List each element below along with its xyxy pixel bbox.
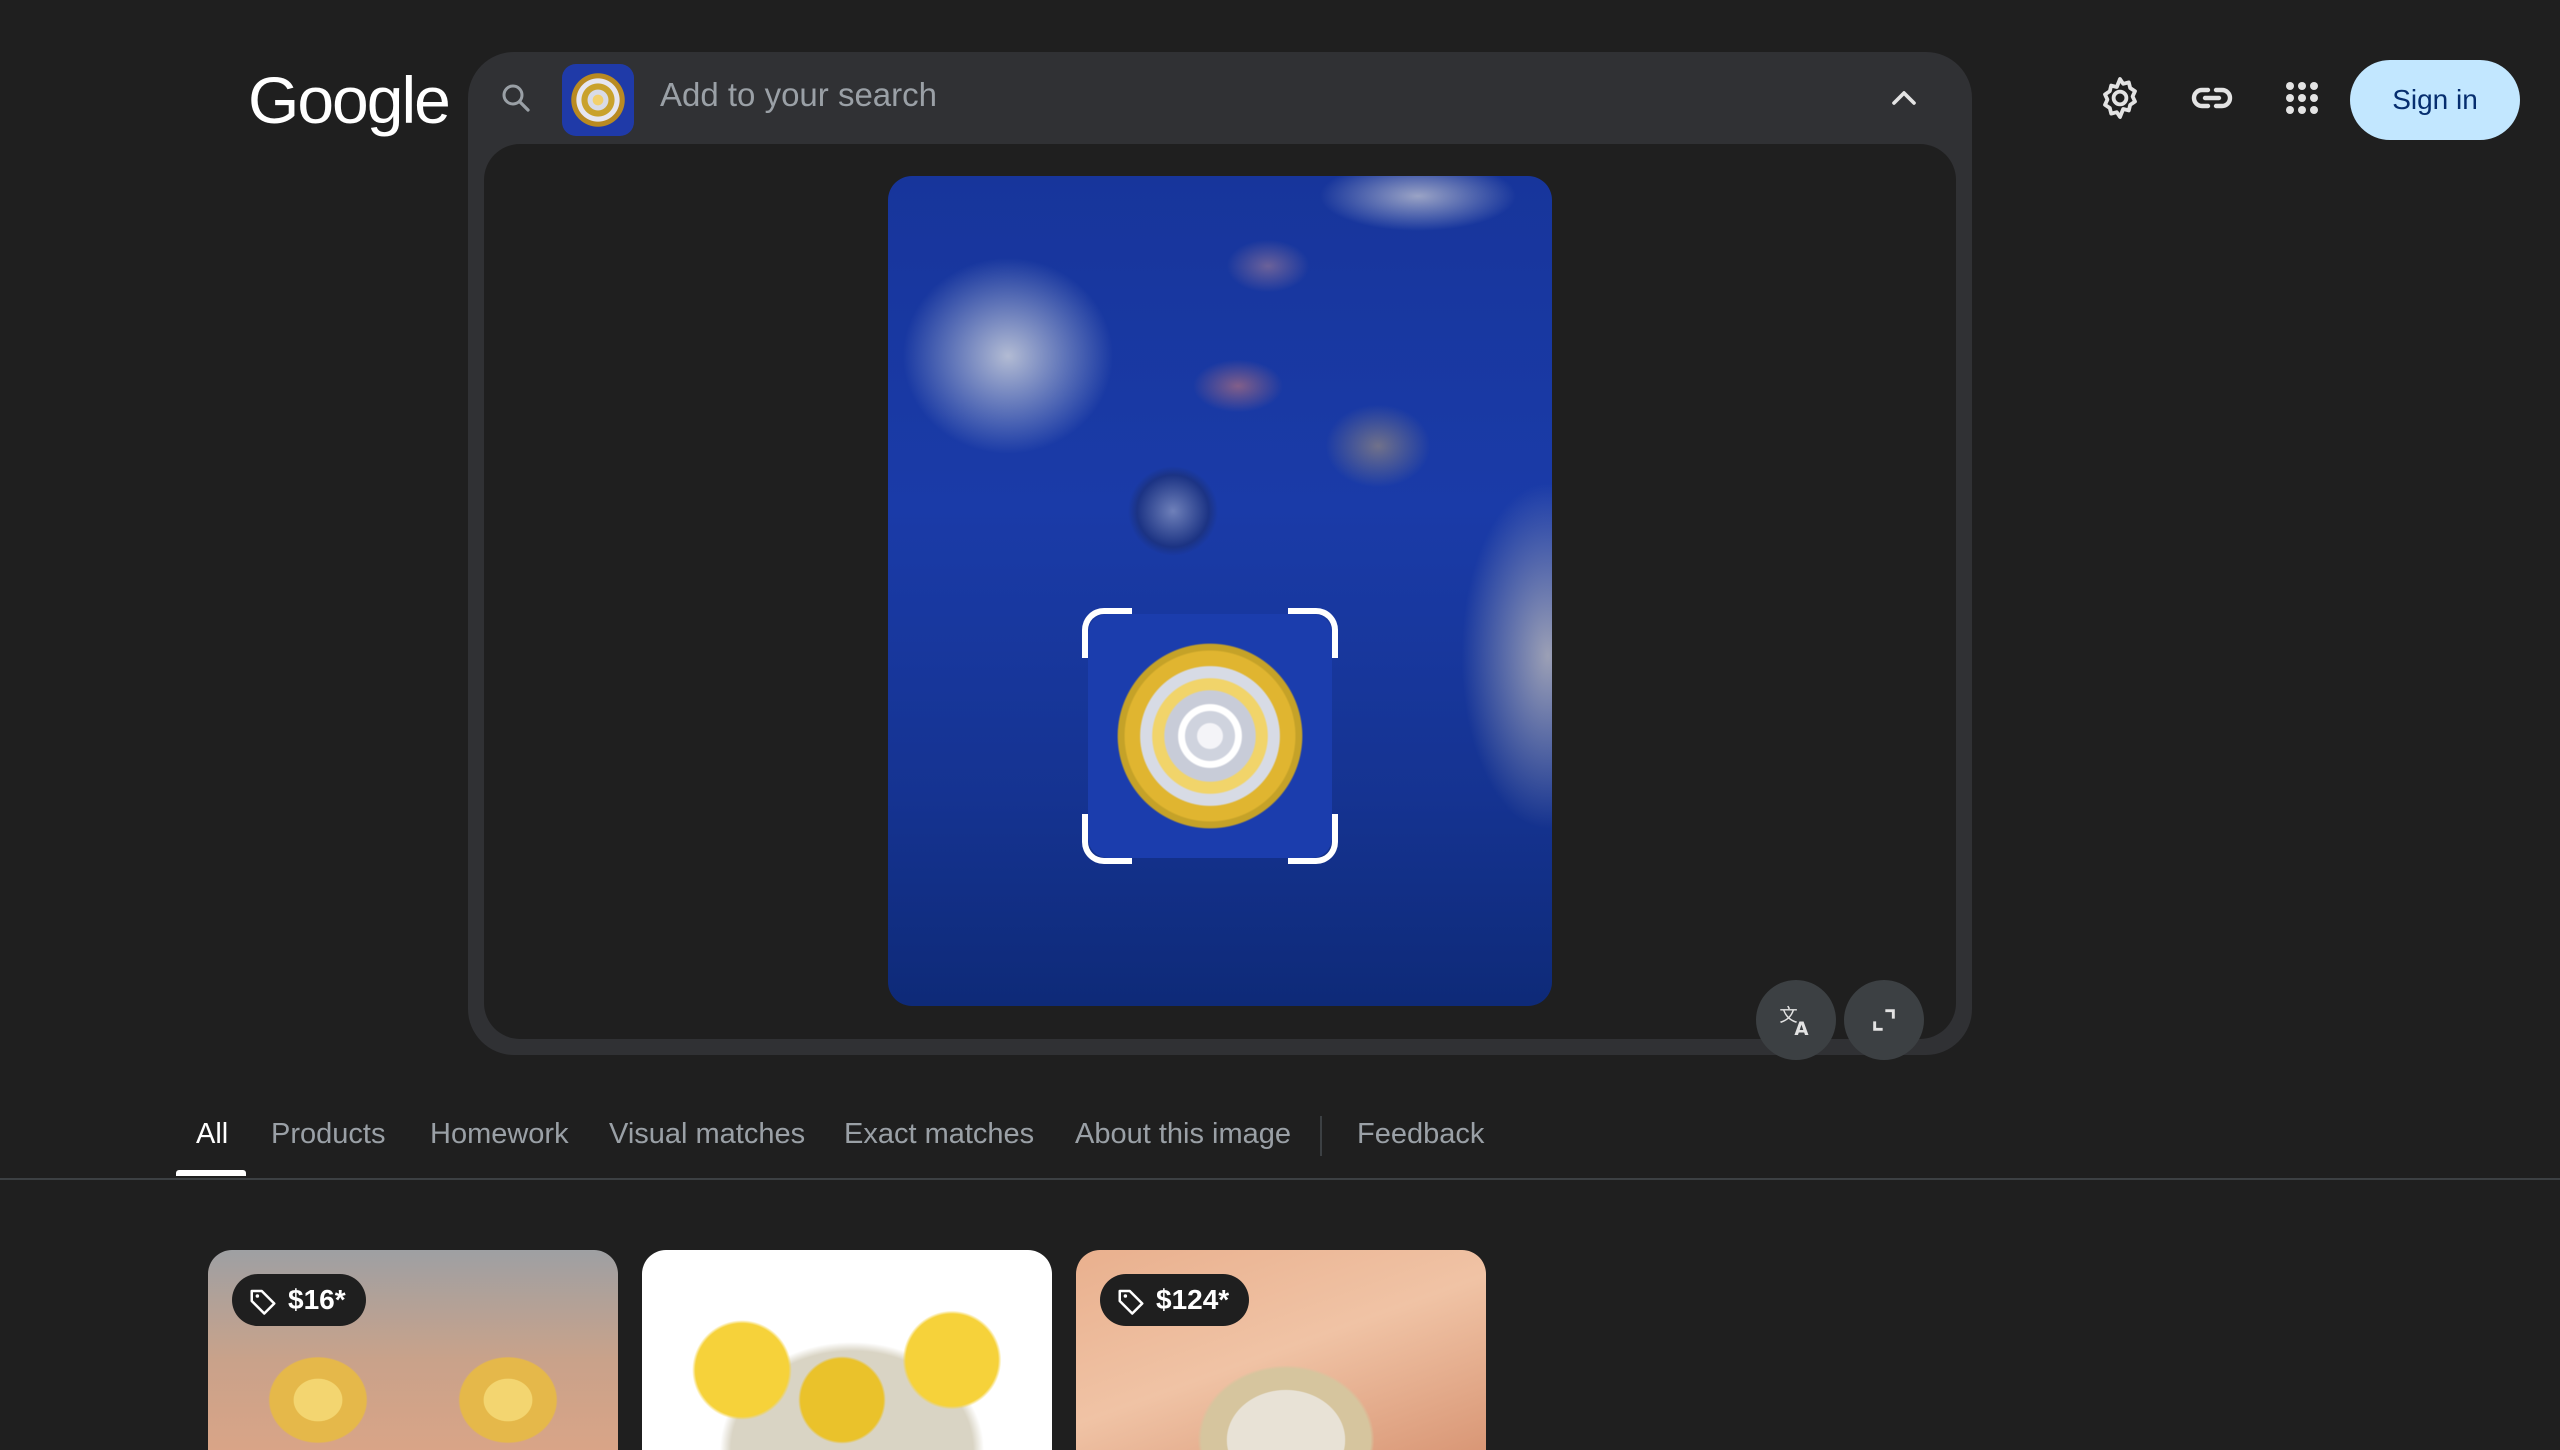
expand-button[interactable] [1844,980,1924,1060]
results-tabs: All Products Homework Visual matches Exa… [0,1110,2560,1180]
search-bar: Add to your search [468,52,1972,144]
google-logo[interactable]: Google [248,62,451,138]
search-panel: Add to your search 文 A [468,52,1972,1060]
tab-visual-matches[interactable]: Visual matches [609,1118,805,1151]
price-text: $124* [1156,1284,1230,1315]
tab-exact-matches[interactable]: Exact matches [844,1118,1034,1151]
translate-button[interactable]: 文 A [1756,980,1836,1060]
tab-products[interactable]: Products [271,1118,385,1151]
chevron-up-icon[interactable] [1884,78,1924,118]
active-tab-indicator [176,1170,246,1176]
price-text: $16* [288,1284,346,1315]
uploaded-image [888,176,1552,1006]
translate-icon: 文 A [1779,1006,1809,1040]
apps-icon[interactable] [2278,74,2326,122]
svg-text:A: A [1794,1019,1809,1040]
image-preview-area: 文 A [484,144,1956,1060]
tab-about-this-image[interactable]: About this image [1075,1118,1291,1151]
link-icon[interactable] [2188,74,2236,122]
crop-selection-box[interactable] [1082,608,1338,864]
tab-feedback[interactable]: Feedback [1357,1118,1484,1151]
tab-all[interactable]: All [196,1118,228,1151]
crop-handle-bottom-left[interactable] [1082,814,1132,864]
search-input[interactable]: Add to your search [660,76,937,114]
search-icon [502,84,530,112]
result-card[interactable]: $124* [1076,1250,1486,1450]
tab-divider [1320,1116,1322,1156]
result-card[interactable]: $16* [208,1250,618,1450]
price-tag-icon [250,1289,276,1315]
expand-icon [1873,1009,1895,1031]
crop-handle-top-left[interactable] [1082,608,1132,658]
price-badge: $16* [232,1274,366,1326]
settings-icon[interactable] [2096,74,2144,122]
price-badge: $124* [1100,1274,1250,1326]
crop-handle-bottom-right[interactable] [1288,814,1338,864]
tab-homework[interactable]: Homework [430,1118,569,1151]
crop-handle-top-right[interactable] [1288,608,1338,658]
result-card[interactable] [642,1250,1052,1450]
query-image-thumbnail[interactable] [562,64,634,136]
sign-in-button[interactable]: Sign in [2350,60,2520,140]
price-tag-icon [1118,1289,1144,1315]
